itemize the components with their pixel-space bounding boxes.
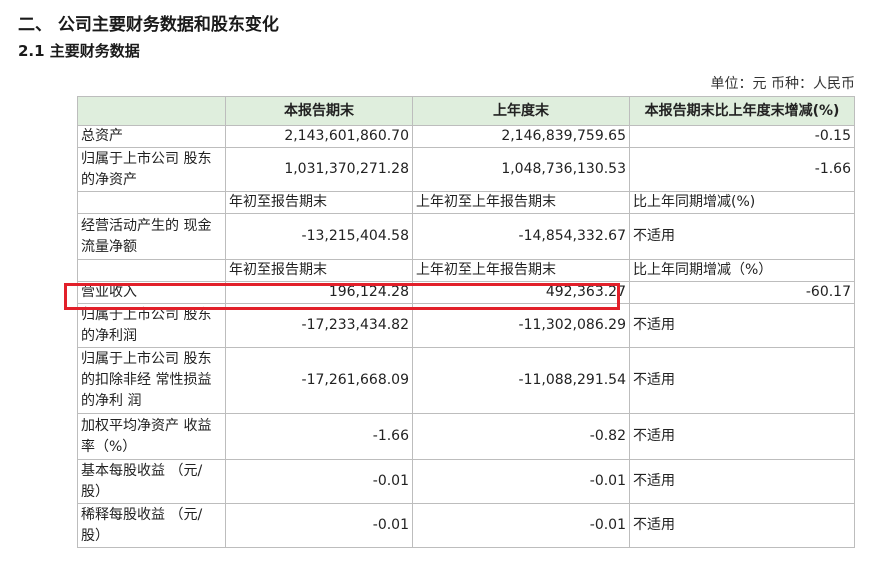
value-current: -17,233,434.82 (225, 303, 413, 348)
header-current-period-end: 本报告期末 (225, 96, 413, 126)
value-change: 不适用 (629, 303, 855, 348)
table-row: 加权平均净资产 收益率（%） -1.66 -0.82 不适用 (77, 413, 855, 460)
value-change: 不适用 (629, 413, 855, 460)
subheader-prior-ytd: 上年初至上年报告期末 (412, 191, 630, 214)
value-current: -17,261,668.09 (225, 347, 413, 414)
subheader-yoy-change: 比上年同期增减（%） (629, 259, 855, 282)
value-change: 不适用 (629, 459, 855, 504)
value-change: 不适用 (629, 347, 855, 414)
row-label: 归属于上市公司 股东的净利润 (77, 303, 226, 348)
value-current: 196,124.28 (225, 281, 413, 304)
subheader-empty (77, 191, 226, 214)
value-prior: -0.01 (412, 459, 630, 504)
subheader-ytd: 年初至报告期末 (225, 191, 413, 214)
subheader-row: 年初至报告期末 上年初至上年报告期末 比上年同期增减（%） (77, 259, 855, 282)
header-change-pct: 本报告期末比上年度末增减(%) (629, 96, 855, 126)
row-label: 经营活动产生的 现金流量净额 (77, 213, 226, 260)
value-current: -1.66 (225, 413, 413, 460)
value-change: 不适用 (629, 503, 855, 548)
table-row: 基本每股收益 （元/股） -0.01 -0.01 不适用 (77, 459, 855, 504)
table-row: 经营活动产生的 现金流量净额 -13,215,404.58 -14,854,33… (77, 213, 855, 260)
value-current: -0.01 (225, 503, 413, 548)
value-prior: 492,363.27 (412, 281, 630, 304)
row-label: 总资产 (77, 125, 226, 148)
value-current: 1,031,370,271.28 (225, 147, 413, 192)
header-prior-year-end: 上年度末 (412, 96, 630, 126)
value-prior: -11,088,291.54 (412, 347, 630, 414)
value-change: -1.66 (629, 147, 855, 192)
subheader-row: 年初至报告期末 上年初至上年报告期末 比上年同期增减(%) (77, 191, 855, 214)
value-change: -60.17 (629, 281, 855, 304)
subsection-title: 2.1 主要财务数据 (18, 42, 140, 60)
table-row: 归属于上市公司 股东的净利润 -17,233,434.82 -11,302,08… (77, 303, 855, 348)
row-label: 加权平均净资产 收益率（%） (77, 413, 226, 460)
value-current: -0.01 (225, 459, 413, 504)
row-label: 归属于上市公司 股东的净资产 (77, 147, 226, 192)
table-row-revenue: 营业收入 196,124.28 492,363.27 -60.17 (77, 281, 855, 304)
value-prior: 1,048,736,130.53 (412, 147, 630, 192)
value-prior: -0.82 (412, 413, 630, 460)
value-prior: -0.01 (412, 503, 630, 548)
table-header-row: 本报告期末 上年度末 本报告期末比上年度末增减(%) (77, 96, 855, 126)
subheader-ytd: 年初至报告期末 (225, 259, 413, 282)
row-label: 基本每股收益 （元/股） (77, 459, 226, 504)
financial-data-table: 本报告期末 上年度末 本报告期末比上年度末增减(%) 总资产 2,143,601… (77, 96, 855, 548)
value-prior: -11,302,086.29 (412, 303, 630, 348)
table-row: 归属于上市公司 股东的扣除非经 常性损益的净利 润 -17,261,668.09… (77, 347, 855, 414)
value-change: -0.15 (629, 125, 855, 148)
table-row: 稀释每股收益 （元/股） -0.01 -0.01 不适用 (77, 503, 855, 548)
table-row: 总资产 2,143,601,860.70 2,146,839,759.65 -0… (77, 125, 855, 148)
row-label: 归属于上市公司 股东的扣除非经 常性损益的净利 润 (77, 347, 226, 414)
row-label: 稀释每股收益 （元/股） (77, 503, 226, 548)
value-current: -13,215,404.58 (225, 213, 413, 260)
section-title: 二、 公司主要财务数据和股东变化 (18, 15, 279, 35)
table-row: 归属于上市公司 股东的净资产 1,031,370,271.28 1,048,73… (77, 147, 855, 192)
header-cell-empty (77, 96, 226, 126)
value-change: 不适用 (629, 213, 855, 260)
value-current: 2,143,601,860.70 (225, 125, 413, 148)
subheader-yoy-change: 比上年同期增减(%) (629, 191, 855, 214)
subheader-empty (77, 259, 226, 282)
value-prior: -14,854,332.67 (412, 213, 630, 260)
value-prior: 2,146,839,759.65 (412, 125, 630, 148)
row-label: 营业收入 (77, 281, 226, 304)
subheader-prior-ytd: 上年初至上年报告期末 (412, 259, 630, 282)
unit-currency-note: 单位：元 币种：人民币 (710, 76, 855, 92)
